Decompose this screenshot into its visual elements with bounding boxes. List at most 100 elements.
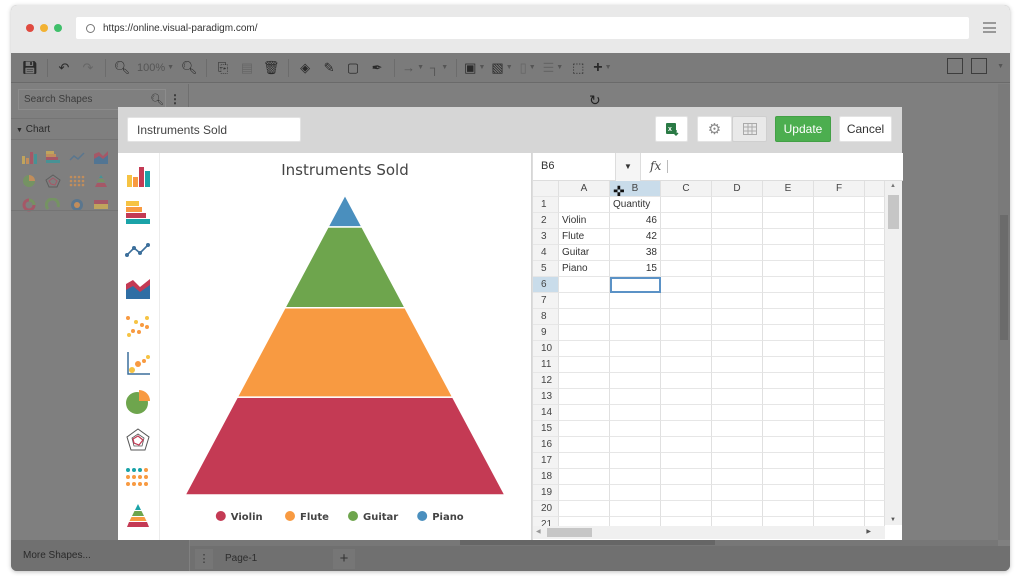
cell-b6[interactable] (610, 277, 661, 293)
cell-f16[interactable] (814, 437, 865, 453)
cell-b20[interactable] (610, 501, 661, 517)
dot-matrix-chart-type-icon[interactable] (125, 465, 151, 491)
cell-d10[interactable] (712, 341, 763, 357)
cell-c12[interactable] (661, 373, 712, 389)
cell-c13[interactable] (661, 389, 712, 405)
cell-c9[interactable] (661, 325, 712, 341)
scroll-left-icon[interactable]: ◀ (536, 528, 541, 535)
row-header[interactable]: 5 (533, 261, 559, 277)
cell-e2[interactable] (763, 213, 814, 229)
row-header[interactable]: 3 (533, 229, 559, 245)
cell-d9[interactable] (712, 325, 763, 341)
cell-reference-dropdown[interactable]: ▼ (615, 153, 641, 181)
format-painter-icon[interactable]: ✒ (368, 58, 386, 78)
cell-e7[interactable] (763, 293, 814, 309)
canvas-vertical-scrollbar[interactable] (998, 84, 1010, 540)
sheet-horizontal-scrollbar[interactable]: ◀ ▶ (533, 526, 885, 539)
cell-b4[interactable]: 38 (610, 245, 661, 261)
cell-overflow[interactable] (865, 213, 885, 229)
cell-d20[interactable] (712, 501, 763, 517)
cell-c18[interactable] (661, 469, 712, 485)
column-header-f[interactable]: F (814, 181, 865, 197)
row-header[interactable]: 10 (533, 341, 559, 357)
cell-overflow[interactable] (865, 229, 885, 245)
cancel-button[interactable]: Cancel (839, 116, 892, 142)
cell-e5[interactable] (763, 261, 814, 277)
cell-overflow[interactable] (865, 485, 885, 501)
column-header-c[interactable]: C (661, 181, 712, 197)
cell-e8[interactable] (763, 309, 814, 325)
cell-f18[interactable] (814, 469, 865, 485)
page-menu-icon[interactable]: ⋮ (195, 549, 213, 569)
cell-a12[interactable] (559, 373, 610, 389)
cell-b3[interactable]: 42 (610, 229, 661, 245)
import-excel-button[interactable]: x (655, 116, 688, 142)
bubble-chart-type-icon[interactable] (125, 351, 151, 377)
data-grid-button[interactable] (732, 116, 767, 142)
add-page-button[interactable]: + (333, 549, 355, 569)
fill-icon[interactable]: ◈ (296, 58, 314, 78)
row-header[interactable]: 2 (533, 213, 559, 229)
cell-e14[interactable] (763, 405, 814, 421)
row-header[interactable]: 7 (533, 293, 559, 309)
cell-c8[interactable] (661, 309, 712, 325)
cell-d18[interactable] (712, 469, 763, 485)
row-header[interactable]: 9 (533, 325, 559, 341)
column-header-more[interactable] (865, 181, 885, 197)
cell-b11[interactable] (610, 357, 661, 373)
column-header-d[interactable]: D (712, 181, 763, 197)
cell-c4[interactable] (661, 245, 712, 261)
scroll-down-icon[interactable]: ▼ (890, 517, 896, 523)
layer-icon[interactable]: ▧ ▼ (491, 58, 512, 78)
cell-b9[interactable] (610, 325, 661, 341)
cell-f6[interactable] (814, 277, 865, 293)
cell-a6[interactable] (559, 277, 610, 293)
cell-e18[interactable] (763, 469, 814, 485)
cell-a9[interactable] (559, 325, 610, 341)
align-icon[interactable]: ▯ ▼ (519, 58, 537, 78)
cell-b19[interactable] (610, 485, 661, 501)
cell-d14[interactable] (712, 405, 763, 421)
formula-input[interactable] (667, 160, 668, 173)
cell-overflow[interactable] (865, 309, 885, 325)
cell-b15[interactable] (610, 421, 661, 437)
cell-c6[interactable] (661, 277, 712, 293)
cell-b13[interactable] (610, 389, 661, 405)
more-options-icon[interactable]: ⋮ (169, 92, 181, 106)
cell-a19[interactable] (559, 485, 610, 501)
cell-b16[interactable] (610, 437, 661, 453)
line-chart-type-icon[interactable] (125, 237, 151, 263)
cell-d17[interactable] (712, 453, 763, 469)
save-icon[interactable]: 💾︎ (21, 58, 39, 78)
cell-a15[interactable] (559, 421, 610, 437)
cell-b17[interactable] (610, 453, 661, 469)
legend-item-flute[interactable]: Flute (285, 511, 329, 523)
pyramid-layer-guitar[interactable] (283, 226, 407, 309)
cell-d1[interactable] (712, 197, 763, 213)
zoom-in-icon[interactable]: 🔍︎ (180, 58, 198, 78)
cell-c19[interactable] (661, 485, 712, 501)
maximize-window-dot[interactable] (54, 24, 62, 32)
copy-icon[interactable]: ⎘ (214, 58, 232, 78)
cell-a17[interactable] (559, 453, 610, 469)
select-all-corner[interactable] (533, 181, 559, 197)
chart-title-input[interactable]: Instruments Sold (127, 117, 301, 142)
sheet-vertical-scrollbar[interactable]: ▲ ▼ (885, 181, 902, 525)
cell-a3[interactable]: Flute (559, 229, 610, 245)
scroll-thumb[interactable] (888, 195, 899, 229)
cell-a8[interactable] (559, 309, 610, 325)
bar-chart-shape-icon[interactable] (45, 150, 61, 164)
cell-e4[interactable] (763, 245, 814, 261)
cell-a13[interactable] (559, 389, 610, 405)
scatter-chart-type-icon[interactable] (125, 313, 151, 339)
cell-overflow[interactable] (865, 245, 885, 261)
row-header[interactable]: 15 (533, 421, 559, 437)
cell-c16[interactable] (661, 437, 712, 453)
cell-f19[interactable] (814, 485, 865, 501)
row-header[interactable]: 8 (533, 309, 559, 325)
cell-overflow[interactable] (865, 373, 885, 389)
browser-menu-icon[interactable] (983, 22, 996, 33)
cell-e13[interactable] (763, 389, 814, 405)
cell-reference[interactable]: B6 (541, 160, 554, 172)
cell-f2[interactable] (814, 213, 865, 229)
